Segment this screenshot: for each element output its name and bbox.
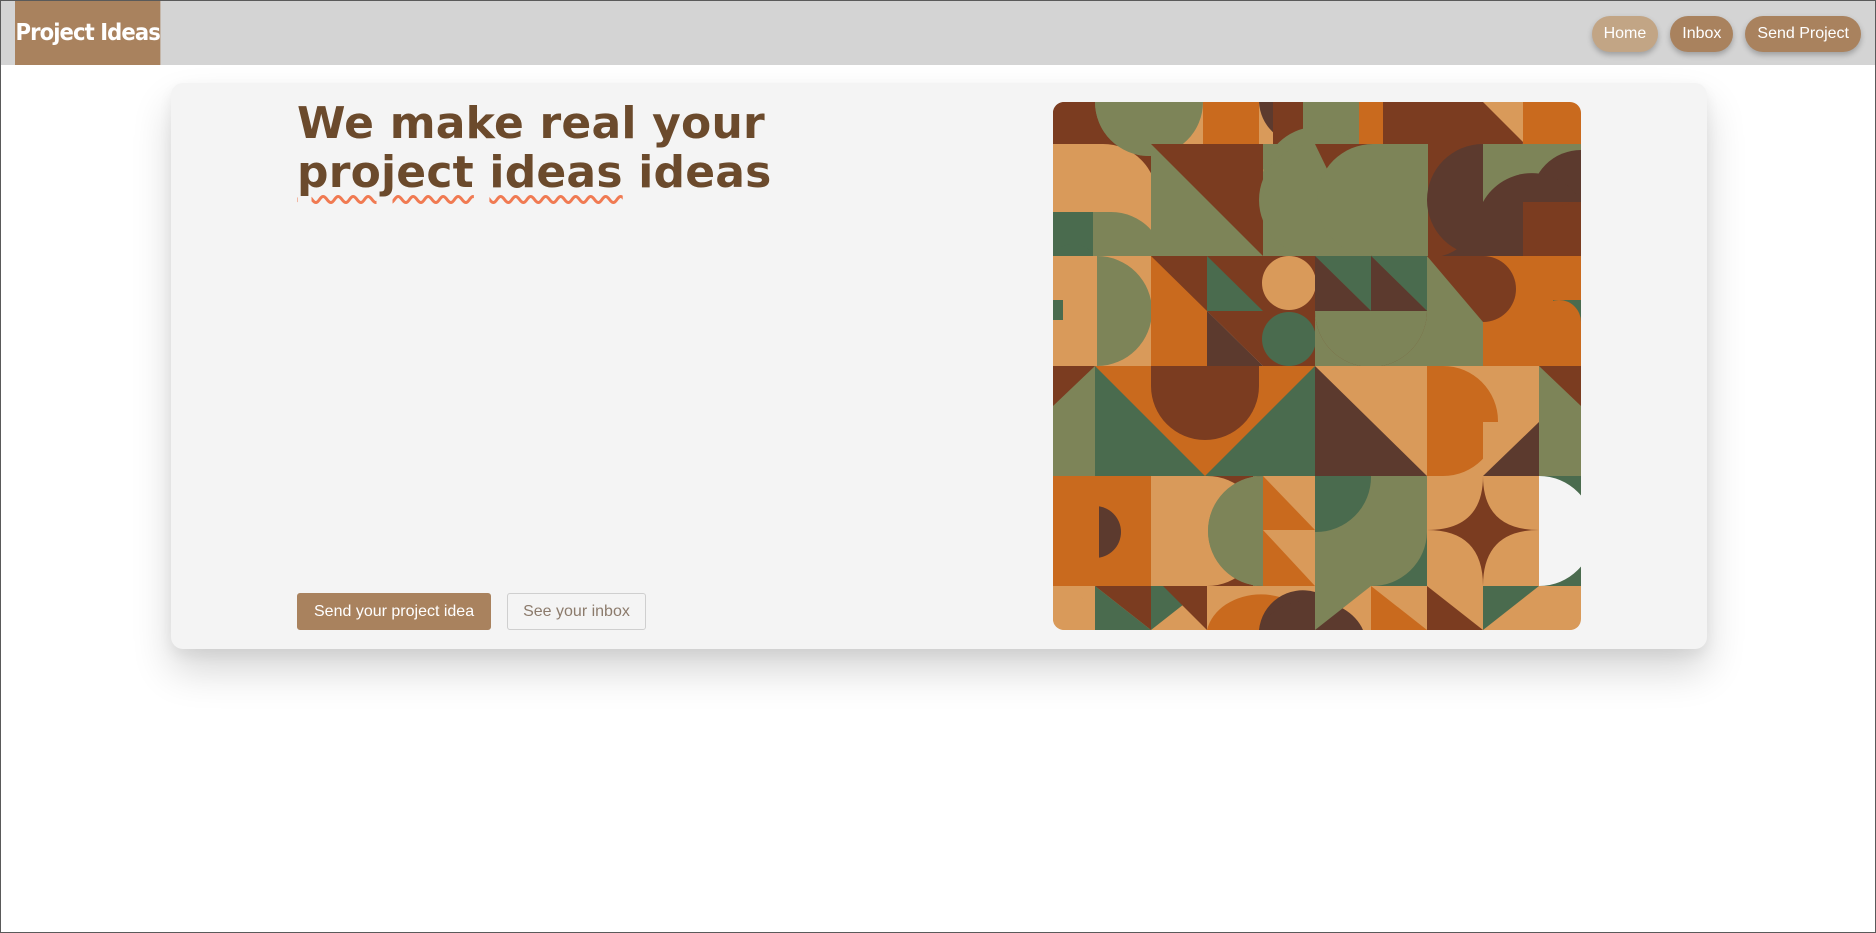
hero-card: We make real your project ideas ideas Se… xyxy=(171,83,1707,649)
see-inbox-button[interactable]: See your inbox xyxy=(507,593,646,630)
nav-inbox-button[interactable]: Inbox xyxy=(1670,16,1734,52)
headline-text: We make real your xyxy=(297,98,765,149)
send-project-idea-button[interactable]: Send your project idea xyxy=(297,593,492,630)
hero-headline: We make real your project ideas ideas xyxy=(297,99,937,197)
top-navigation-bar: Project Ideas Home Inbox Send Project xyxy=(1,1,1875,65)
headline-text: ideas xyxy=(622,147,772,198)
app-window: Project Ideas Home Inbox Send Project We… xyxy=(0,0,1876,933)
headline-underlined-word: ideas xyxy=(489,147,623,198)
geometric-pattern-illustration xyxy=(1053,102,1581,630)
nav-send-project-button[interactable]: Send Project xyxy=(1745,16,1861,52)
headline-underlined-word: project xyxy=(297,147,474,198)
nav-home-button[interactable]: Home xyxy=(1591,16,1659,52)
brand-logo[interactable]: Project Ideas xyxy=(15,1,161,65)
hero-actions: Send your project idea See your inbox xyxy=(297,593,646,630)
main-nav: Home Inbox Send Project xyxy=(1591,16,1861,52)
headline-text xyxy=(474,147,490,198)
